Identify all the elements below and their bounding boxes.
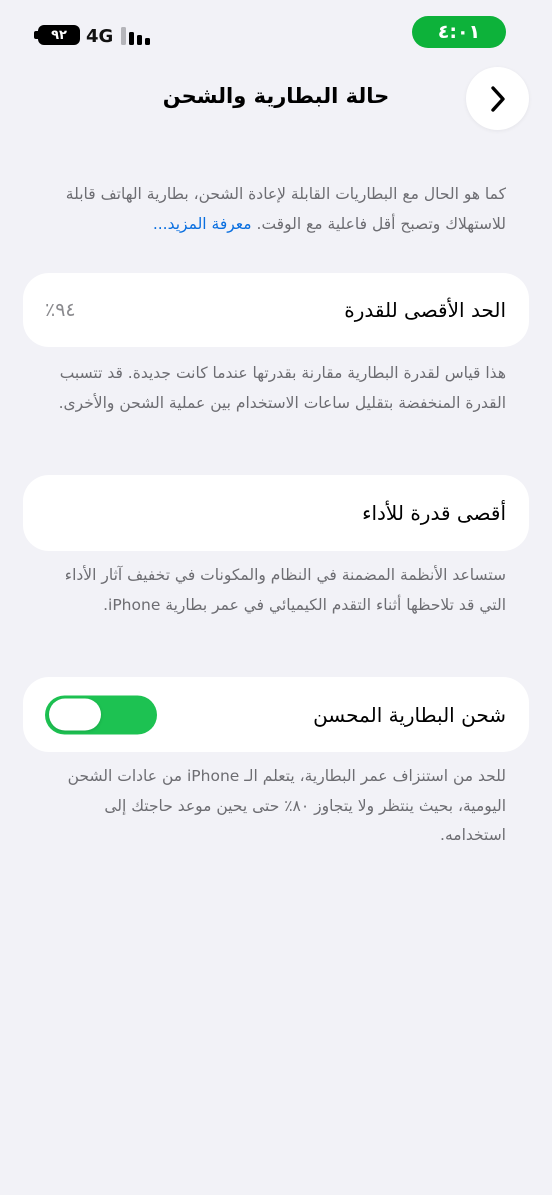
optimized-charging-toggle[interactable] bbox=[45, 695, 157, 734]
signal-icon bbox=[121, 27, 151, 45]
optimized-charging-label: شحن البطارية المحسن bbox=[313, 702, 506, 727]
optimized-charging-description: للحد من استنزاف عمر البطارية، يتعلم الـ … bbox=[67, 767, 506, 844]
maximum-capacity-description: هذا قياس لقدرة البطارية مقارنة بقدرتها ع… bbox=[58, 364, 506, 412]
chevron-icon bbox=[490, 85, 505, 112]
maximum-capacity-card: الحد الأقصى للقدرة ٩٤٪ bbox=[23, 273, 529, 347]
maximum-capacity-value: ٩٤٪ bbox=[45, 299, 76, 321]
toggle-knob[interactable] bbox=[49, 698, 101, 731]
learn-more-link[interactable]: معرفة المزيد... bbox=[153, 215, 252, 233]
peak-performance-card: أقصى قدرة للأداء bbox=[23, 475, 529, 551]
battery-icon: ٩٢ bbox=[38, 25, 80, 45]
network-type: 4G bbox=[86, 26, 114, 47]
status-bar: ٩٢ 4G ٤:٠١ bbox=[0, 16, 552, 48]
maximum-capacity-label: الحد الأقصى للقدرة bbox=[344, 298, 506, 322]
intro-description: كما هو الحال مع البطاريات القابلة لإعادة… bbox=[40, 180, 506, 239]
battery-level: ٩٢ bbox=[51, 27, 67, 43]
battery-health-screen: ٩٢ 4G ٤:٠١ حالة البطارية والشحن كما هو ا… bbox=[0, 0, 552, 1195]
status-time[interactable]: ٤:٠١ bbox=[412, 16, 506, 48]
peak-performance-label: أقصى قدرة للأداء bbox=[362, 501, 506, 525]
back-button[interactable] bbox=[466, 67, 529, 130]
peak-performance-description: ستساعد الأنظمة المضمنة في النظام والمكون… bbox=[64, 566, 506, 614]
intro-text: كما هو الحال مع البطاريات القابلة لإعادة… bbox=[65, 185, 506, 233]
optimized-charging-card: شحن البطارية المحسن bbox=[23, 677, 529, 752]
